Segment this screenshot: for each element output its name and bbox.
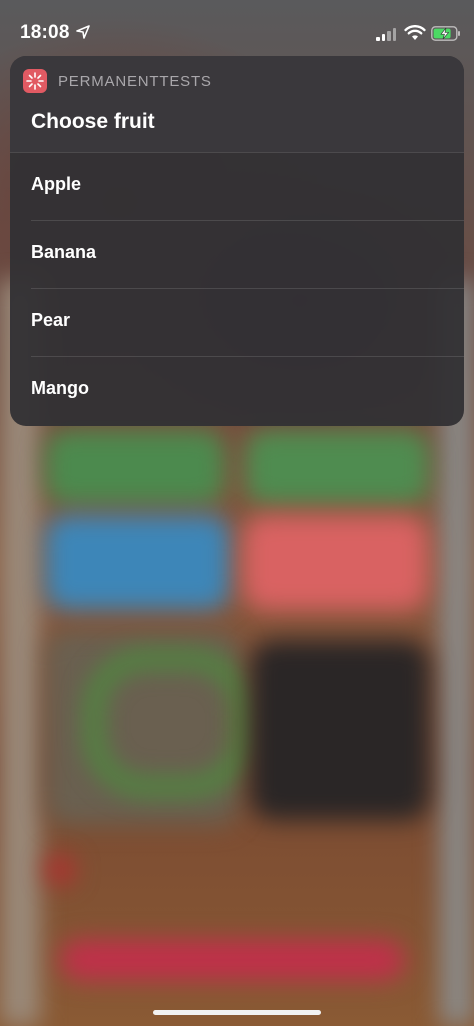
option-mango[interactable]: Mango xyxy=(10,356,464,424)
divider xyxy=(10,152,464,153)
background-blur-shape xyxy=(245,430,430,505)
notification-card: PERMANENTTESTS Choose fruit Apple Banana… xyxy=(10,56,464,426)
option-label: Pear xyxy=(31,310,71,330)
cellular-signal-icon xyxy=(376,27,398,41)
background-blur-shape xyxy=(60,940,405,980)
option-label: Apple xyxy=(31,174,82,194)
divider xyxy=(31,356,464,357)
background-blur-shape xyxy=(45,855,75,885)
divider xyxy=(31,288,464,289)
battery-charging-icon xyxy=(431,26,460,41)
background-blur-shape xyxy=(243,515,428,610)
divider xyxy=(31,220,464,221)
shortcuts-sparkle-icon xyxy=(23,69,47,93)
notification-title: Choose fruit xyxy=(31,110,155,133)
option-label: Banana xyxy=(31,242,97,262)
notification-header: PERMANENTTESTS Choose fruit xyxy=(10,56,464,152)
option-apple[interactable]: Apple xyxy=(10,152,464,220)
background-blur-shape xyxy=(45,430,225,505)
background-blur-shape xyxy=(85,650,251,796)
status-time: 18:08 xyxy=(20,22,70,43)
option-banana[interactable]: Banana xyxy=(10,220,464,288)
option-label: Mango xyxy=(31,378,89,398)
app-name: PERMANENTTESTS xyxy=(58,73,212,90)
background-blur-shape xyxy=(250,640,430,820)
home-indicator[interactable] xyxy=(153,1010,321,1015)
background-blur-shape xyxy=(45,515,230,610)
option-pear[interactable]: Pear xyxy=(10,288,464,356)
location-arrow-icon xyxy=(76,25,90,39)
wifi-icon xyxy=(404,25,426,40)
status-bar: 18:08 xyxy=(0,0,474,58)
